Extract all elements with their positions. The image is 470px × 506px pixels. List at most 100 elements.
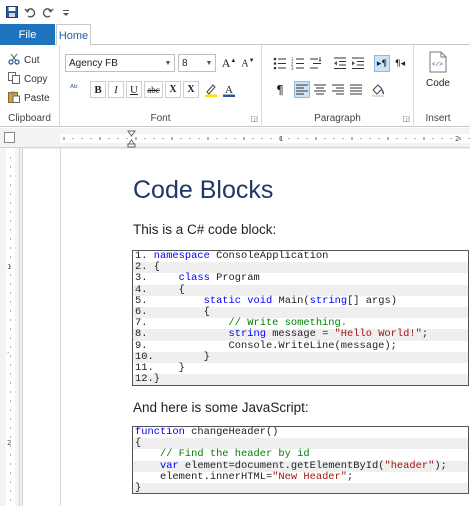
paste-button[interactable]: Paste [8, 89, 50, 107]
vertical-ruler[interactable]: 1 · 2 [0, 148, 20, 506]
paragraph-group-label: Paragraph [314, 113, 361, 124]
italic-button[interactable]: I [108, 81, 124, 98]
bullet-list-icon [273, 57, 286, 70]
right-to-left-button[interactable]: ¶◂ [392, 55, 408, 72]
bold-button[interactable]: B [90, 81, 106, 98]
bullets-button[interactable] [272, 55, 288, 72]
chevron-down-icon[interactable]: ▼ [162, 55, 174, 71]
left-to-right-button[interactable]: ▸¶ [374, 55, 390, 72]
copy-button[interactable]: Copy [8, 70, 47, 88]
align-center-button[interactable] [312, 81, 328, 98]
paragraph-csharp-intro[interactable]: This is a C# code block: [133, 222, 276, 237]
font-group: Agency FB ▼ 8 ▼ A▲ A▼ ᴬᵇ B I U abc X X A… [60, 45, 262, 127]
font-family-select[interactable]: Agency FB ▼ [65, 54, 175, 72]
code-line[interactable]: 3. class Program [133, 273, 468, 284]
copy-icon [8, 71, 20, 87]
cut-label: Cut [24, 54, 40, 66]
code-line[interactable]: 12.} [133, 373, 468, 386]
paint-bucket-icon [372, 83, 385, 97]
document-heading[interactable]: Code Blocks [133, 176, 273, 205]
code-line[interactable]: function changeHeader() [133, 427, 468, 438]
svg-text:</>: </> [432, 61, 443, 68]
ribbon-tab-row: File Home [0, 24, 470, 46]
multilevel-list-icon [310, 57, 322, 69]
numbering-button[interactable]: 123 [290, 55, 306, 72]
align-right-button[interactable] [330, 81, 346, 98]
justify-icon [350, 84, 362, 95]
dialog-launcher-icon[interactable]: ◲ [402, 114, 410, 123]
undo-icon[interactable] [22, 4, 38, 20]
tab-file[interactable]: File [0, 24, 55, 45]
paragraph-js-intro[interactable]: And here is some JavaScript: [133, 400, 309, 415]
align-right-icon [332, 84, 344, 95]
highlighter-icon [205, 83, 217, 97]
change-case-button[interactable]: ᴬᵇ [66, 80, 82, 97]
code-line[interactable]: element.innerHTML="New Header"; [133, 471, 468, 483]
page-margin-guide [60, 149, 61, 506]
horizontal-ruler[interactable]: 12 [0, 128, 470, 148]
chevron-down-icon[interactable]: ▼ [203, 55, 215, 71]
decrease-indent-button[interactable] [332, 55, 348, 72]
strikethrough-button[interactable]: abc [144, 81, 163, 98]
javascript-code-block[interactable]: function changeHeader(){ // Find the hea… [132, 426, 469, 494]
svg-text:1: 1 [7, 263, 11, 271]
copy-label: Copy [24, 73, 48, 85]
paste-icon [8, 91, 20, 106]
shading-button[interactable] [370, 81, 386, 98]
dialog-launcher-icon[interactable]: ◲ [250, 114, 258, 123]
ribbon: Cut Copy Paste Clipboard Agency FB ▼ 8 ▼… [0, 45, 470, 127]
ltr-icon: ▸¶ [376, 58, 388, 69]
numbered-list-icon: 123 [291, 57, 304, 70]
customize-icon[interactable] [58, 4, 74, 20]
shrink-font-button[interactable]: A▼ [240, 55, 256, 72]
scissors-icon [8, 53, 20, 68]
code-line[interactable]: 11. } [133, 362, 468, 374]
save-icon[interactable] [4, 4, 20, 20]
align-left-button[interactable] [294, 81, 310, 98]
highlight-button[interactable] [203, 81, 219, 98]
rtl-icon: ¶◂ [394, 58, 406, 69]
svg-text:2: 2 [7, 439, 11, 447]
underline-button[interactable]: U [126, 81, 142, 98]
font-size-value: 8 [182, 57, 188, 69]
svg-text:·: · [7, 349, 9, 357]
font-group-label: Font [150, 113, 171, 124]
vertical-ruler-ticks: 1 · 2 [6, 148, 15, 506]
cut-button[interactable]: Cut [8, 51, 40, 69]
change-case-icon: ᴬᵇ [70, 83, 78, 94]
code-line[interactable]: 1. namespace ConsoleApplication [133, 251, 468, 262]
csharp-code-block[interactable]: 1. namespace ConsoleApplication 2. {3. cl… [132, 250, 469, 387]
quick-access-toolbar [0, 0, 470, 24]
svg-text:3: 3 [291, 66, 294, 70]
ruler-ticks: 12 [60, 130, 470, 148]
pilcrow-icon: ¶ [276, 82, 284, 97]
grow-font-button[interactable]: A▲ [221, 55, 237, 72]
tab-home[interactable]: Home [56, 24, 91, 46]
code-line[interactable]: } [133, 482, 468, 493]
code-block-button[interactable]: </> Code [420, 51, 456, 93]
ruler-number: 2 [455, 135, 459, 143]
font-color-button[interactable]: A [221, 81, 237, 98]
redo-icon[interactable] [40, 4, 56, 20]
font-color-icon: A [223, 84, 235, 97]
multilevel-list-button[interactable] [308, 55, 324, 72]
clipboard-group: Cut Copy Paste Clipboard [0, 45, 60, 127]
justify-button[interactable] [348, 81, 364, 98]
show-formatting-button[interactable]: ¶ [272, 81, 288, 98]
insert-group-label: Insert [425, 113, 451, 124]
paragraph-group: 123 ▸¶ ¶◂ ¶ Paragraph ◲ [262, 45, 414, 127]
grow-font-icon: A▲ [221, 56, 237, 70]
decrease-indent-icon [334, 57, 346, 69]
ruler-number: 1 [279, 135, 283, 143]
subscript-button[interactable]: X [165, 81, 181, 98]
code-file-icon: </> [429, 51, 447, 76]
code-line[interactable]: 8. string message = "Hello World!"; [133, 329, 468, 341]
increase-indent-button[interactable] [350, 55, 366, 72]
superscript-button[interactable]: X [183, 81, 199, 98]
clipboard-group-label: Clipboard [8, 113, 51, 124]
code-button-label: Code [426, 78, 450, 89]
code-line[interactable]: 9. Console.WriteLine(message); [133, 340, 468, 352]
font-family-value: Agency FB [69, 57, 118, 69]
font-size-select[interactable]: 8 ▼ [178, 54, 216, 72]
shrink-font-icon: A▼ [241, 57, 255, 70]
